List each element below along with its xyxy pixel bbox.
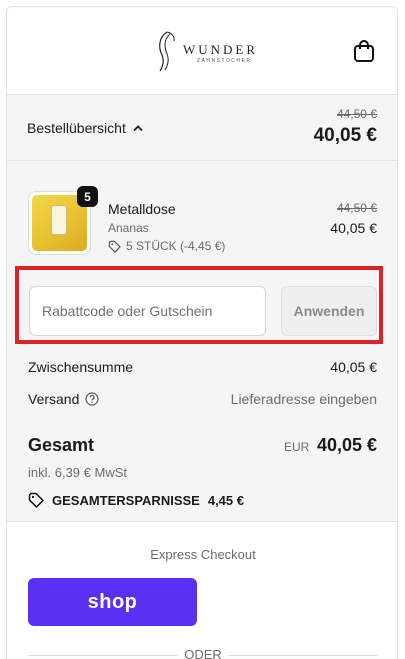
subtotal-value: 40,05 €: [330, 359, 377, 375]
store-logo[interactable]: WUNDER ZAHNSTOCHER: [153, 29, 263, 73]
checkout-header: WUNDER ZAHNSTOCHER: [7, 7, 397, 95]
total-currency: EUR: [284, 440, 310, 454]
tag-icon: [28, 492, 44, 508]
order-summary-details: 5 Metalldose Ananas 5 STÜCK (-4,45 €) 44…: [7, 161, 397, 521]
summary-original-total: 44,50 €: [336, 107, 377, 121]
product-variant: Ananas: [108, 221, 149, 235]
summary-total: 40,05 €: [313, 125, 377, 146]
total-savings: GESAMTERSPARNISSE 4,45 €: [28, 492, 244, 508]
apply-coupon-button[interactable]: Anwenden: [281, 286, 377, 336]
shopping-bag-icon[interactable]: [353, 39, 375, 63]
divider-or-text: ODER: [184, 647, 222, 659]
product-original-price: 44,50 €: [336, 201, 377, 215]
shipping-label: Versand: [28, 391, 80, 407]
shipping-row: Versand: [28, 391, 99, 407]
total-label: Gesamt: [28, 435, 95, 455]
logo-subtext: ZAHNSTOCHER: [197, 58, 252, 64]
coupon-highlight-box: Anwenden: [15, 266, 383, 344]
product-price: 40,05 €: [330, 220, 377, 236]
shop-pay-button[interactable]: shop: [28, 578, 197, 626]
subtotal-label: Zwischensumme: [28, 359, 134, 375]
express-checkout-title: Express Checkout: [150, 547, 256, 562]
order-summary-toggle-bar[interactable]: Bestellübersicht 44,50 € 40,05 €: [7, 95, 397, 161]
shipping-value: Lieferadresse eingeben: [230, 391, 377, 407]
help-circle-icon[interactable]: [85, 392, 99, 406]
quantity-badge: 5: [77, 186, 98, 207]
order-summary-toggle[interactable]: Bestellübersicht: [27, 120, 143, 136]
savings-label: GESAMTERSPARNISSE: [52, 492, 200, 508]
checkout-panel: WUNDER ZAHNSTOCHER Bestellübersicht 44,5…: [6, 6, 398, 659]
product-discount: 5 STÜCK (-4,45 €): [108, 239, 225, 253]
express-checkout-section: Express Checkout shop ODER: [7, 521, 397, 659]
logo-mark-icon: [159, 31, 175, 72]
product-discount-text: 5 STÜCK (-4,45 €): [126, 239, 226, 253]
chevron-up-icon: [133, 125, 143, 132]
order-summary-label: Bestellübersicht: [27, 120, 126, 136]
total-value: 40,05 €: [316, 435, 377, 455]
tag-icon: [108, 240, 121, 253]
savings-value: 4,45 €: [207, 492, 244, 508]
product-name: Metalldose: [108, 201, 176, 217]
tax-note: inkl. 6,39 € MwSt: [28, 465, 127, 480]
coupon-input[interactable]: [29, 286, 266, 336]
logo-wordmark: WUNDER: [183, 42, 259, 57]
